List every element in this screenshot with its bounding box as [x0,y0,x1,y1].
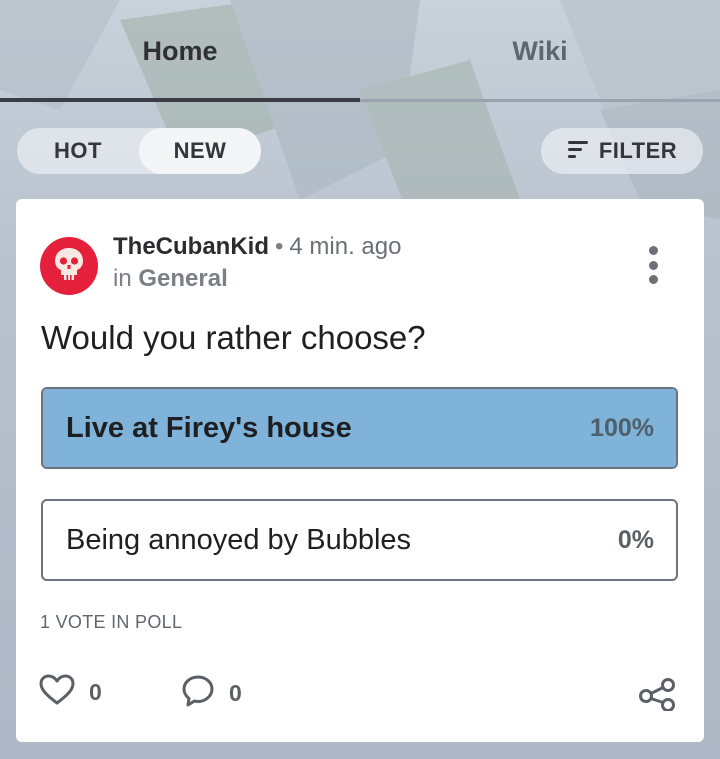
sort-toggle: HOT NEW [17,128,261,174]
more-dot-icon [648,260,658,270]
share-button[interactable] [638,677,676,716]
active-tab-indicator [0,98,360,102]
poll-option[interactable]: Being annoyed by Bubbles 0% [41,499,678,581]
comment-bubble-icon [181,674,215,713]
filter-button[interactable]: FILTER [541,128,703,174]
filter-label: FILTER [598,138,678,163]
poll-post-card: TheCubanKid • 4 min. ago in General Would … [16,199,704,742]
like-button[interactable]: 0 [39,674,102,711]
sort-hot-button[interactable]: HOT [17,128,139,174]
poll-option-label: Being annoyed by Bubbles [66,523,412,556]
more-dot-icon [648,275,658,284]
group-prefix: in [113,265,132,292]
poll-option-label: Live at Firey's house [66,411,352,444]
more-dot-icon [648,246,658,255]
poll-option[interactable]: Live at Firey's house 100% [41,387,678,469]
sort-new-label: NEW [173,138,227,163]
like-count: 0 [89,679,102,705]
tab-divider [360,99,720,102]
poll-option-percent: 100% [590,413,654,442]
sort-hot-label: HOT [54,138,102,163]
tab-home-label: Home [142,36,218,66]
author-name[interactable]: TheCubanKid [113,233,269,260]
more-options-button[interactable] [641,246,665,284]
post-meta: TheCubanKid • 4 min. ago [113,233,401,261]
meta-separator: • [275,233,284,260]
post-group: in General [113,265,228,293]
share-icon [638,678,676,715]
skull-icon [52,246,86,287]
top-tabs: Home Wiki [0,0,720,103]
avatar[interactable] [40,237,98,295]
tab-wiki-label: Wiki [512,36,568,66]
comment-button[interactable]: 0 [181,674,242,713]
poll-question: Would you rather choose? [41,319,426,356]
tab-wiki[interactable]: Wiki [360,0,720,103]
filter-icon [567,139,589,164]
sort-new-button[interactable]: NEW [139,128,261,174]
group-name[interactable]: General [138,265,227,292]
tab-home[interactable]: Home [0,0,360,103]
vote-count: 1 VOTE IN POLL [40,612,183,632]
poll-option-percent: 0% [617,525,654,554]
post-time: 4 min. ago [289,233,402,260]
comment-count: 0 [229,680,242,706]
heart-icon [39,674,75,711]
